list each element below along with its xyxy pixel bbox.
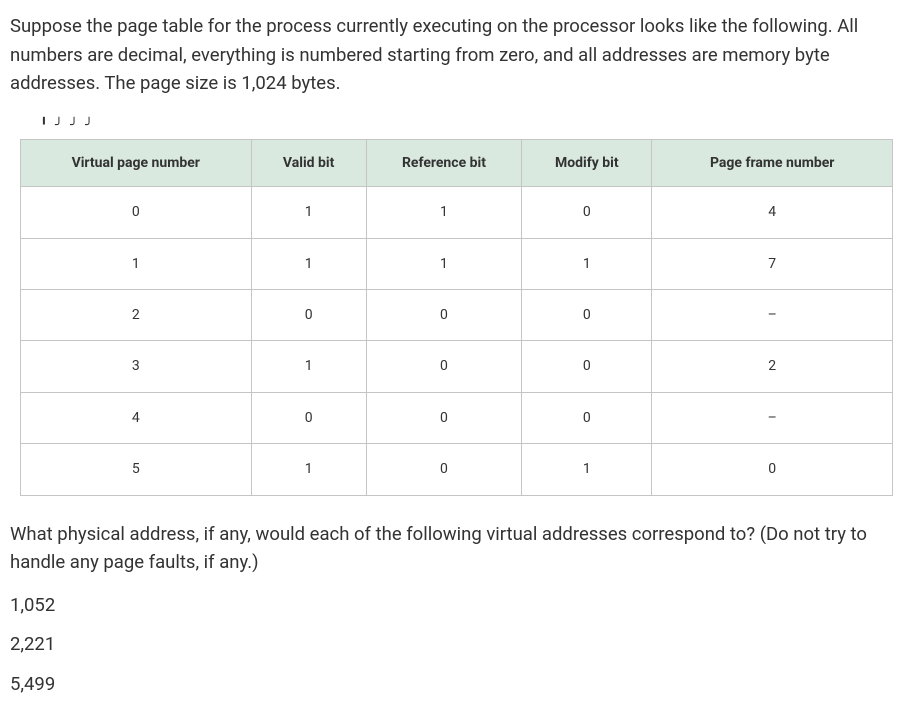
- cell-ref: 0: [366, 444, 521, 495]
- cell-ref: 0: [366, 341, 521, 392]
- cell-ref: 0: [366, 289, 521, 340]
- table-row: 4 0 0 0 –: [21, 392, 893, 443]
- virtual-address: 1,052: [10, 591, 896, 621]
- cell-valid: 0: [251, 289, 366, 340]
- cell-valid: 1: [251, 341, 366, 392]
- table-body: 0 1 1 0 4 1 1 1 1 7 2 0 0 0 – 3 1 0 0 2: [21, 187, 893, 495]
- cell-ref: 0: [366, 392, 521, 443]
- cell-frame: 0: [652, 444, 893, 495]
- cell-ref: 1: [366, 187, 521, 238]
- cell-frame: –: [652, 392, 893, 443]
- cell-valid: 0: [251, 392, 366, 443]
- cell-valid: 1: [251, 187, 366, 238]
- cell-valid: 1: [251, 238, 366, 289]
- cell-frame: 2: [652, 341, 893, 392]
- cell-vpn: 5: [21, 444, 252, 495]
- virtual-address: 5,499: [10, 670, 896, 700]
- table-row: 3 1 0 0 2: [21, 341, 893, 392]
- table-row: 2 0 0 0 –: [21, 289, 893, 340]
- cell-mod: 0: [522, 187, 652, 238]
- header-mod: Modify bit: [522, 139, 652, 186]
- cell-vpn: 4: [21, 392, 252, 443]
- cell-vpn: 3: [21, 341, 252, 392]
- header-vpn: Virtual page number: [21, 139, 252, 186]
- intro-paragraph: Suppose the page table for the process c…: [10, 12, 896, 98]
- cell-mod: 1: [522, 238, 652, 289]
- cell-frame: 4: [652, 187, 893, 238]
- cell-ref: 1: [366, 238, 521, 289]
- question-paragraph: What physical address, if any, would eac…: [10, 520, 896, 577]
- header-ref: Reference bit: [366, 139, 521, 186]
- virtual-address: 2,221: [10, 630, 896, 660]
- cell-valid: 1: [251, 444, 366, 495]
- header-valid: Valid bit: [251, 139, 366, 186]
- table-row: 1 1 1 1 7: [21, 238, 893, 289]
- cell-frame: –: [652, 289, 893, 340]
- cell-mod: 1: [522, 444, 652, 495]
- table-row: 0 1 1 0 4: [21, 187, 893, 238]
- cell-vpn: 1: [21, 238, 252, 289]
- cell-mod: 0: [522, 289, 652, 340]
- cell-mod: 0: [522, 341, 652, 392]
- ruler-marks: ╹ ╯ ╯ ╯: [40, 116, 896, 137]
- table-row: 5 1 0 1 0: [21, 444, 893, 495]
- cell-vpn: 2: [21, 289, 252, 340]
- page-table: Virtual page number Valid bit Reference …: [20, 139, 893, 496]
- cell-frame: 7: [652, 238, 893, 289]
- cell-mod: 0: [522, 392, 652, 443]
- header-frame: Page frame number: [652, 139, 893, 186]
- table-header-row: Virtual page number Valid bit Reference …: [21, 139, 893, 186]
- cell-vpn: 0: [21, 187, 252, 238]
